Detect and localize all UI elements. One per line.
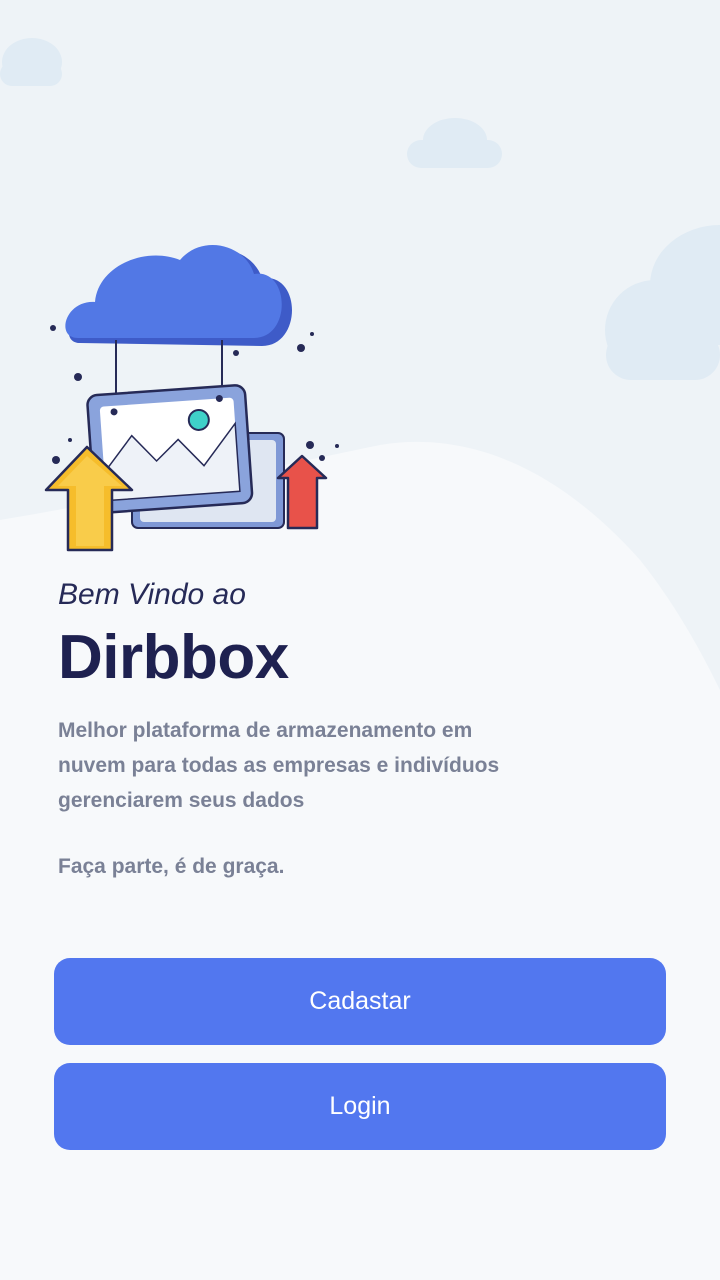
signup-button[interactable]: Cadastar	[54, 958, 666, 1045]
welcome-greeting: Bem Vindo ao	[58, 578, 246, 611]
free-signup-tagline: Faça parte, é de graça.	[58, 855, 285, 878]
hero-illustration	[44, 245, 339, 552]
cloud-icon	[65, 245, 292, 346]
brand-title: Dirbbox	[58, 623, 289, 692]
app-description: Melhor plataforma de armazenamento em nu…	[58, 719, 500, 812]
upload-arrow-red-icon	[276, 454, 328, 530]
login-button[interactable]: Login	[54, 1063, 666, 1150]
